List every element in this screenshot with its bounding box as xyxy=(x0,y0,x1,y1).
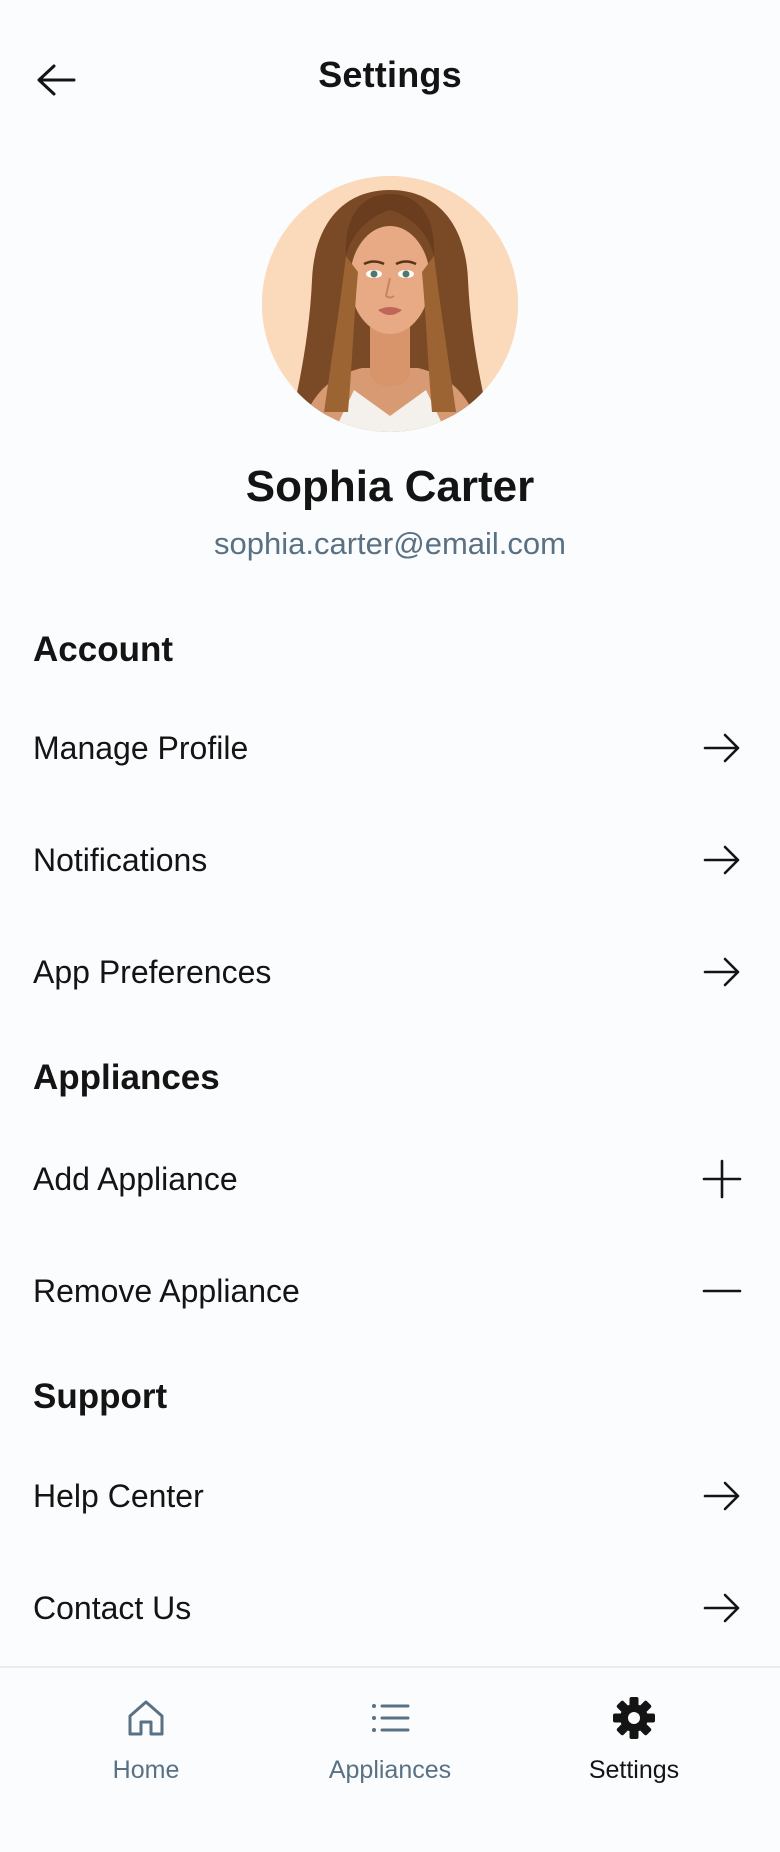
manage-profile-row[interactable]: Manage Profile xyxy=(0,692,780,804)
contact-us-row[interactable]: Contact Us xyxy=(0,1552,780,1664)
list-icon xyxy=(372,1704,410,1732)
home-icon xyxy=(128,1700,164,1736)
arrow-right-icon xyxy=(703,845,740,875)
section-title-support: Support xyxy=(33,1377,168,1416)
bottom-navigation: Home Appliances Settings xyxy=(0,1666,780,1852)
section-title-account: Account xyxy=(33,630,173,669)
row-label: App Preferences xyxy=(33,954,272,990)
gear-icon xyxy=(613,1697,655,1739)
arrow-right-icon xyxy=(703,733,740,763)
row-label: Notifications xyxy=(33,842,208,878)
nav-item-appliances[interactable]: Appliances xyxy=(280,1668,500,1808)
arrow-right-icon xyxy=(703,1593,740,1623)
page-title: Settings xyxy=(318,54,462,95)
settings-screen: Settings Sophia Carter sophia.carter@ema… xyxy=(0,0,780,1852)
row-label: Help Center xyxy=(33,1478,204,1514)
row-label: Remove Appliance xyxy=(33,1273,300,1309)
app-preferences-row[interactable]: App Preferences xyxy=(0,916,780,1028)
arrow-right-icon xyxy=(703,957,740,987)
notifications-row[interactable]: Notifications xyxy=(0,804,780,916)
plus-icon xyxy=(702,1159,742,1199)
nav-label-settings: Settings xyxy=(588,1756,680,1784)
nav-label-home: Home xyxy=(112,1756,180,1784)
help-center-row[interactable]: Help Center xyxy=(0,1440,780,1552)
nav-label-appliances: Appliances xyxy=(328,1756,452,1784)
top-app-bar: Settings xyxy=(0,0,780,156)
profile-photo xyxy=(262,176,518,432)
nav-item-settings[interactable]: Settings xyxy=(524,1668,744,1808)
avatar[interactable] xyxy=(262,176,518,432)
minus-icon xyxy=(702,1289,742,1293)
profile-email: sophia.carter@email.com xyxy=(214,526,566,561)
arrow-right-icon xyxy=(703,1481,740,1511)
remove-appliance-row[interactable]: Remove Appliance xyxy=(0,1235,780,1347)
row-label: Manage Profile xyxy=(33,730,249,766)
add-appliance-row[interactable]: Add Appliance xyxy=(0,1123,780,1235)
row-label: Contact Us xyxy=(33,1590,192,1626)
nav-item-home[interactable]: Home xyxy=(36,1668,256,1808)
row-label: Add Appliance xyxy=(33,1161,238,1197)
profile-name: Sophia Carter xyxy=(245,462,535,511)
section-title-appliances: Appliances xyxy=(33,1058,220,1097)
